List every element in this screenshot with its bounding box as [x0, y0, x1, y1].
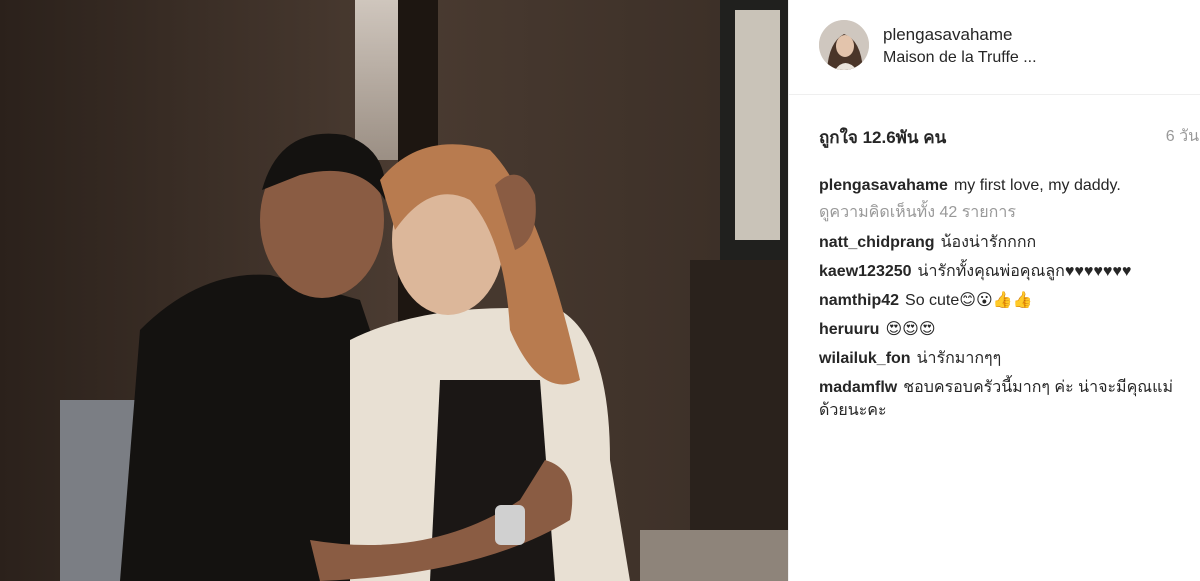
comment-item: heruuru 😍😍😍	[819, 318, 1179, 341]
comment-text: น่ารักทั้งคุณพ่อคุณลูก♥♥♥♥♥♥♥	[917, 263, 1132, 280]
comment-text: 😍😍😍	[885, 321, 936, 338]
comment-item: kaew123250 น่ารักทั้งคุณพ่อคุณลูก♥♥♥♥♥♥♥	[819, 260, 1179, 283]
caption: plengasavahame my first love, my daddy.	[819, 174, 1179, 197]
comment-username[interactable]: namthip42	[819, 292, 899, 309]
comment-text: So cute😊😮👍👍	[905, 292, 1033, 309]
view-all-comments-link[interactable]: ดูความคิดเห็นทั้ง 42 รายการ	[819, 200, 1179, 225]
comment-item: madamflw ชอบครอบครัวนี้มากๆ ค่ะ น่าจะมีคุ…	[819, 376, 1179, 422]
likes-count[interactable]: ถูกใจ 12.6พัน คน	[819, 124, 946, 151]
comment-text: น่ารักมากๆๆ	[916, 350, 1002, 367]
location-link[interactable]: Maison de la Truffe ...	[883, 49, 1037, 67]
post-photo[interactable]	[0, 0, 788, 581]
comment-username[interactable]: madamflw	[819, 379, 897, 396]
post-time[interactable]: 6 วัน	[1166, 124, 1199, 149]
post-details-panel: plengasavahame Maison de la Truffe ... ถ…	[788, 0, 1200, 581]
photo-illustration	[0, 0, 788, 581]
avatar[interactable]	[819, 20, 869, 70]
comment-username[interactable]: natt_chidprang	[819, 234, 935, 251]
comment-username[interactable]: kaew123250	[819, 263, 912, 280]
caption-text: my first love, my daddy.	[953, 177, 1121, 194]
comment-item: wilailuk_fon น่ารักมากๆๆ	[819, 347, 1179, 370]
post-stats: ถูกใจ 12.6พัน คน 6 วัน	[819, 124, 1199, 148]
comment-item: namthip42 So cute😊😮👍👍	[819, 289, 1179, 312]
comment-item: natt_chidprang น้องน่ารักกกก	[819, 231, 1179, 254]
comment-list: plengasavahame my first love, my daddy. ด…	[819, 174, 1179, 422]
post-header: plengasavahame Maison de la Truffe ...	[789, 0, 1200, 95]
comment-text: น้องน่ารักกกก	[940, 234, 1037, 251]
comment-username[interactable]: heruuru	[819, 321, 879, 338]
avatar-image	[819, 20, 869, 70]
comment-username[interactable]: wilailuk_fon	[819, 350, 911, 367]
header-username[interactable]: plengasavahame	[883, 25, 1012, 45]
caption-username[interactable]: plengasavahame	[819, 177, 948, 194]
